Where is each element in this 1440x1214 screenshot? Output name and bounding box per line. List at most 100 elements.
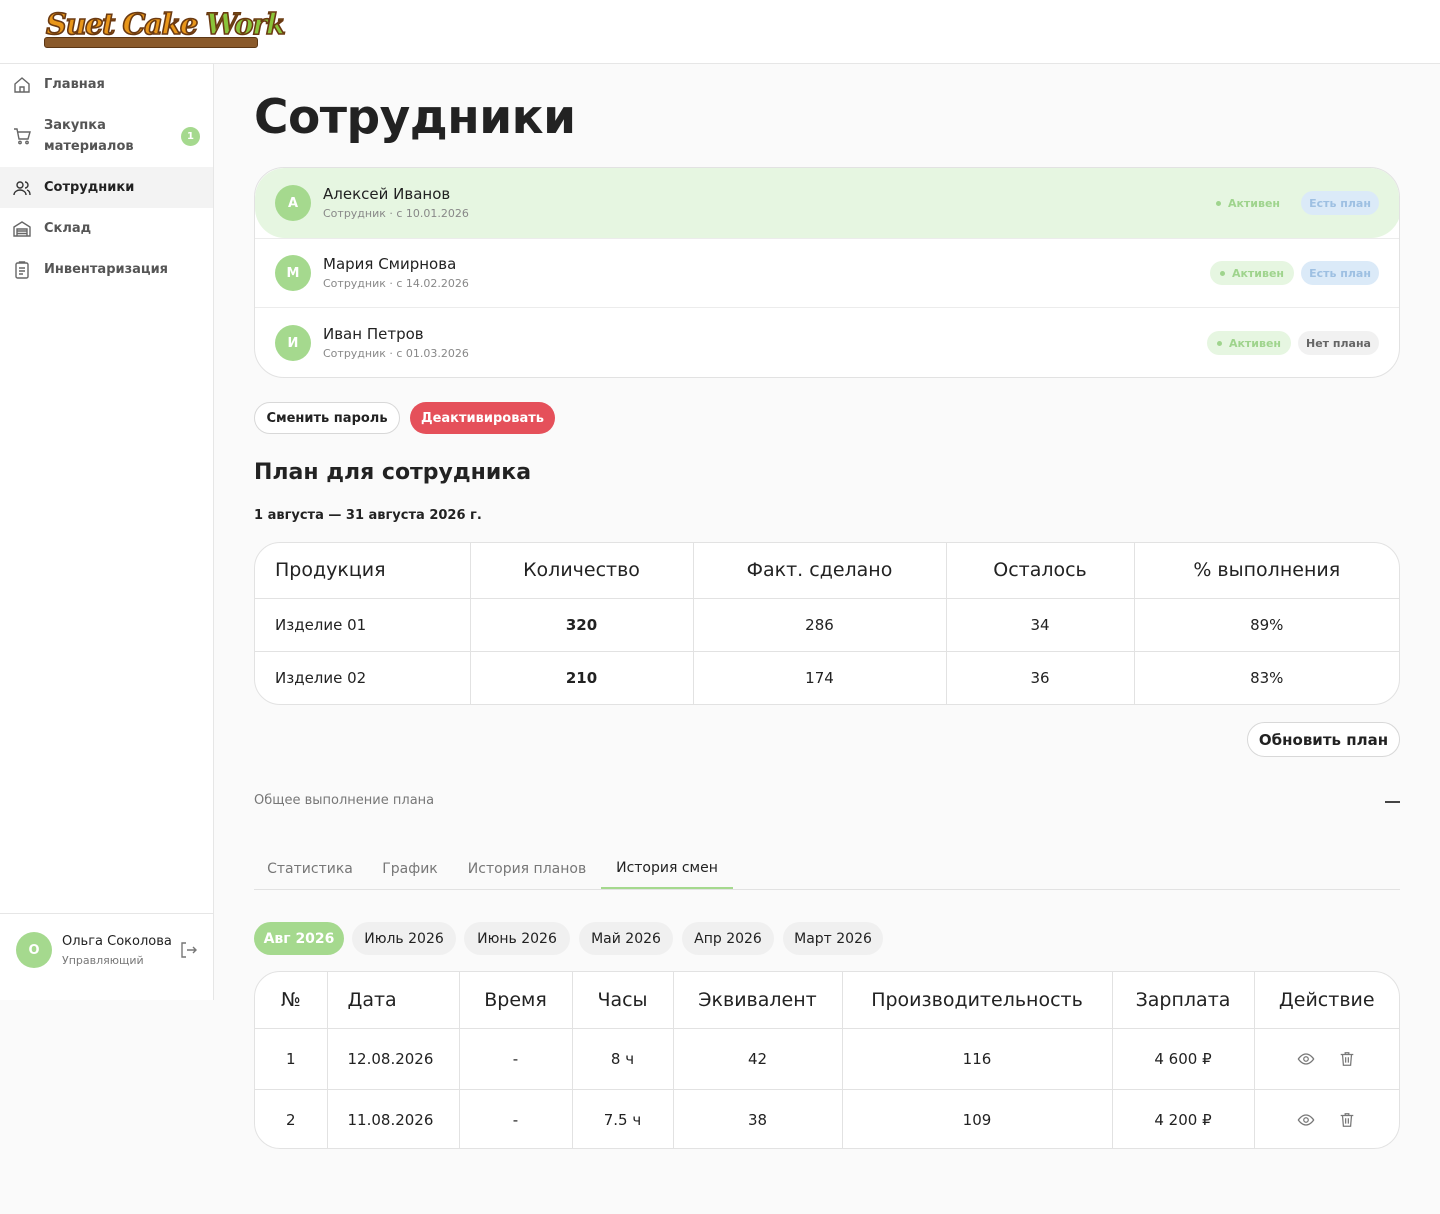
- update-plan-button[interactable]: Обновить план: [1247, 722, 1400, 757]
- app-logo[interactable]: Suet Cake Work: [22, 4, 287, 48]
- equivalent-cell: 42: [673, 1028, 843, 1090]
- logo-text: Suet Cake Work: [45, 6, 287, 42]
- status-dot: [1215, 200, 1221, 206]
- change-password-button[interactable]: Сменить пароль: [254, 402, 400, 434]
- sidebar-item-label: Инвентаризация: [44, 262, 169, 277]
- done-cell: 286: [693, 598, 947, 652]
- avatar: И: [275, 325, 311, 361]
- tab-statistics[interactable]: Статистика: [254, 848, 366, 889]
- quantity-cell: 320: [470, 598, 694, 652]
- plan-badge: Нет плана: [1298, 331, 1379, 355]
- month-chip[interactable]: Июль 2026: [352, 922, 456, 955]
- employee-name: Иван Петров: [323, 325, 424, 343]
- actions-cell: [1254, 1028, 1399, 1090]
- column-header: Факт. сделано: [693, 543, 947, 599]
- sidebar-item-inventory[interactable]: Инвентаризация: [0, 249, 213, 290]
- tab-shift-history[interactable]: История смен: [601, 848, 733, 889]
- clipboard-icon: [15, 260, 29, 279]
- employee-subtitle: Сотрудник · с 14.02.2026: [323, 277, 469, 290]
- sidebar-item-employees[interactable]: Сотрудники: [0, 167, 213, 208]
- column-header: №: [255, 972, 328, 1029]
- current-user: О Ольга Соколова Управляющий: [0, 913, 213, 1000]
- home-icon: [14, 76, 30, 93]
- actions-cell: [1254, 1089, 1399, 1148]
- tab-bar: Статистика График История планов История…: [254, 848, 1400, 890]
- month-chip[interactable]: Март 2026: [783, 922, 883, 955]
- employee-name: Алексей Иванов: [323, 185, 451, 203]
- productivity-cell: 116: [842, 1028, 1113, 1090]
- sidebar-item-label: Главная: [44, 77, 105, 92]
- plan-period: 1 августа — 31 августа 2026 г.: [254, 508, 482, 523]
- column-header: Продукция: [255, 543, 471, 599]
- employee-row[interactable]: А Алексей Иванов Сотрудник · с 10.01.202…: [255, 168, 1399, 238]
- table-row: Изделие 01 320 286 34 89%: [255, 598, 1399, 652]
- column-header: Осталось: [946, 543, 1135, 599]
- remaining-cell: 36: [946, 651, 1135, 704]
- users-icon: [13, 180, 31, 195]
- sidebar-item-label: Сотрудники: [44, 180, 135, 195]
- month-chip[interactable]: Апр 2026: [682, 922, 774, 955]
- employee-subtitle: Сотрудник · с 10.01.2026: [323, 207, 469, 220]
- table-header: № Дата Время Часы Эквивалент Производите…: [255, 972, 1399, 1029]
- tab-schedule[interactable]: График: [366, 848, 454, 889]
- plan-badge: Есть план: [1301, 261, 1379, 285]
- month-chip[interactable]: Май 2026: [579, 922, 673, 955]
- table-row: 2 11.08.2026 - 7.5 ч 38 109 4 200 ₽: [255, 1089, 1399, 1148]
- column-header: Зарплата: [1112, 972, 1255, 1029]
- salary-cell: 4 600 ₽: [1112, 1028, 1255, 1090]
- column-header: % выполнения: [1134, 543, 1399, 599]
- eye-icon[interactable]: [1297, 1050, 1315, 1068]
- employee-name: Мария Смирнова: [323, 255, 457, 273]
- plan-table: Продукция Количество Факт. сделано Остал…: [254, 542, 1400, 705]
- deactivate-button[interactable]: Деактивировать: [410, 402, 555, 434]
- avatar: А: [275, 185, 311, 221]
- sidebar: Главная Закупка материалов 1 Сотрудники С…: [0, 64, 214, 1000]
- divider: [255, 238, 1399, 239]
- equivalent-cell: 38: [673, 1089, 843, 1148]
- column-header: Эквивалент: [673, 972, 843, 1029]
- top-bar: Suet Cake Work: [0, 0, 1440, 64]
- month-chip[interactable]: Июнь 2026: [464, 922, 570, 955]
- column-header: Действие: [1254, 972, 1399, 1029]
- hours-cell: 8 ч: [572, 1028, 674, 1090]
- user-role: Управляющий: [62, 954, 144, 967]
- employee-list: А Алексей Иванов Сотрудник · с 10.01.202…: [254, 167, 1400, 378]
- plan-section-title: План для сотрудника: [254, 460, 532, 485]
- column-header: Количество: [470, 543, 694, 599]
- page-title: Сотрудники: [254, 90, 576, 145]
- quantity-cell: 210: [470, 651, 694, 704]
- percent-cell: 83%: [1250, 668, 1284, 687]
- trash-icon[interactable]: [1338, 1111, 1356, 1129]
- number-cell: 1: [255, 1028, 328, 1090]
- sidebar-item-label: Закупка материалов: [44, 118, 134, 154]
- percent-cell: 89%: [1134, 598, 1399, 652]
- date-cell: 11.08.2026: [327, 1089, 460, 1148]
- collapse-icon[interactable]: [1385, 801, 1400, 803]
- eye-icon[interactable]: [1297, 1111, 1315, 1129]
- sidebar-item-home[interactable]: Главная: [0, 64, 213, 105]
- status-dot: [1216, 340, 1222, 346]
- number-cell: 2: [255, 1089, 328, 1148]
- sidebar-item-purchases[interactable]: Закупка материалов 1: [0, 105, 213, 167]
- column-header: Дата: [327, 972, 460, 1029]
- column-header: Производительность: [842, 972, 1113, 1029]
- employee-row[interactable]: И Иван Петров Сотрудник · с 01.03.2026 А…: [255, 308, 1399, 377]
- sidebar-item-warehouse[interactable]: Склад: [0, 208, 213, 249]
- cart-icon: [14, 128, 31, 145]
- done-cell: 174: [693, 651, 947, 704]
- warehouse-icon: [13, 220, 31, 237]
- employee-row[interactable]: М Мария Смирнова Сотрудник · с 14.02.202…: [255, 238, 1399, 308]
- sidebar-item-label: Склад: [44, 221, 92, 236]
- month-chip[interactable]: Авг 2026: [254, 922, 344, 955]
- overall-progress-label[interactable]: Общее выполнение плана: [254, 793, 434, 808]
- remaining-cell: 34: [946, 598, 1135, 652]
- tab-plan-history[interactable]: История планов: [454, 848, 600, 889]
- time-cell: -: [459, 1028, 573, 1090]
- employee-subtitle: Сотрудник · с 01.03.2026: [323, 347, 469, 360]
- status-badge: Активен: [1210, 261, 1294, 285]
- user-name: Ольга Соколова: [62, 934, 172, 949]
- status-badge: Активен: [1211, 191, 1285, 215]
- shifts-table: № Дата Время Часы Эквивалент Производите…: [254, 971, 1400, 1149]
- logout-icon[interactable]: [178, 940, 198, 960]
- trash-icon[interactable]: [1338, 1050, 1356, 1068]
